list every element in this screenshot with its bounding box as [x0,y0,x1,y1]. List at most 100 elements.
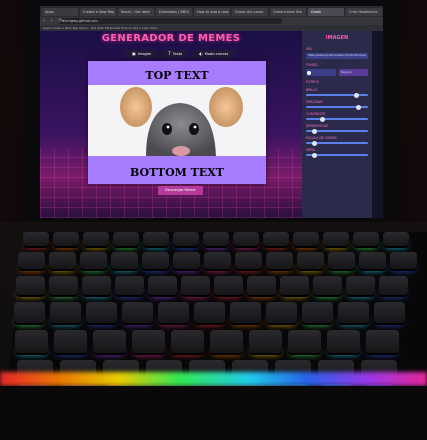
keycap [86,302,117,323]
filter-slider[interactable] [306,104,368,110]
filter-sliders: BRILLO OPACIDAD CONTRASTE DESENFOQUE ESCALA … [306,88,368,158]
text-mode-button[interactable]: T Texto [162,50,189,58]
keycap [288,330,321,353]
slider-label: OPACIDAD [306,100,323,104]
filter-slider[interactable] [306,128,368,134]
browser-tab[interactable]: Como cho corne [232,7,268,16]
meme-canvas: TOP TEXT BOTTOM TEXT [88,61,266,184]
browser-tab[interactable]: Como Iniciar Sto [270,7,306,16]
keycap [112,232,139,246]
keycap [265,252,293,269]
photo-scene: Apps Create a New Rep React - Get dete Exte… [0,0,427,440]
browser-tab[interactable]: Create a New Rep [80,7,116,16]
fondo-select[interactable]: Ninguno [339,69,368,76]
keycap [142,232,169,246]
browser-tab[interactable]: Apps [42,7,78,16]
keycap [147,276,177,295]
laptop-screen: Apps Create a New Rep React - Get dete Exte… [40,6,383,218]
canvas-mode-button[interactable]: ◐ Modo canvas [193,50,235,58]
keycap [54,330,87,353]
browser-tab[interactable]: Criar Hostlicenic [346,7,382,16]
mode-toolbar: ▣ Imagen T Texto ◐ Modo canvas [126,50,235,58]
canvas-mode-label: Modo canvas [204,52,229,56]
keycap [382,232,409,246]
image-mode-label: Imagen [137,52,152,56]
mouse-photo [88,85,266,156]
keycap [79,252,107,269]
filter-slider[interactable] [306,116,368,122]
keycap [366,330,399,353]
keycap [122,302,153,323]
keycap [389,252,417,269]
keycap [132,330,165,353]
filtros-label: FILTROS [306,80,319,84]
slider-thumb[interactable] [311,128,317,134]
slider-label: DESENFOQUE [306,124,329,128]
image-url-input[interactable]: https://www.dynamicmedia.com/fondimoney [306,53,368,59]
keycap [15,330,48,353]
keycap [302,302,333,323]
browser-tab[interactable]: React - Get dete [118,7,154,16]
settings-panel: IMAGEN URL https://www.dynamicmedia.com/… [302,31,372,218]
url-input[interactable]: diymgeg.github.io/r... [58,18,282,24]
slider-label: SEPIA [306,148,316,152]
slider-label: CONTRASTE [306,112,326,116]
keycap [114,276,144,295]
keycap [374,302,405,323]
slider-label: ESCALA DE GRISES [306,136,337,140]
keycap [338,302,369,323]
browser-tab[interactable]: Gmail [308,7,344,16]
keycap [327,252,355,269]
slider-thumb[interactable] [311,140,317,146]
keycap [279,276,309,295]
keycap [266,302,297,323]
keycap [246,276,276,295]
meme-top-text: TOP TEXT [145,69,209,82]
meme-image [88,85,266,156]
filter-slider[interactable] [306,92,368,98]
keycap [194,302,225,323]
slider-thumb[interactable] [311,152,317,158]
keycap [82,232,109,246]
keycap [322,232,349,246]
browser-tab[interactable]: Extensões | BRLV [156,7,192,16]
download-meme-button[interactable]: Descargar Meme [158,186,203,195]
keycap [249,330,282,353]
image-mode-button[interactable]: ▣ Imagen [126,50,158,58]
keycap [202,232,229,246]
keycap [210,330,243,353]
filter-slider[interactable] [306,140,368,146]
keycap [378,276,408,295]
slider-thumb[interactable] [353,92,359,98]
keycap [50,302,81,323]
slider-thumb[interactable] [320,116,325,122]
meme-generator-page: GENERADOR DE MEMES ▣ Imagen T Texto ◐ Modo … [40,31,383,218]
nav-buttons-icon[interactable]: ‹ › ⟳ [43,18,64,24]
keycap [22,232,49,246]
browser-url-bar: ‹ › ⟳ diymgeg.github.io/r... [40,17,383,25]
keycap [93,330,126,353]
url-label: URL [306,47,313,51]
keycap [232,232,259,246]
slider-label: BRILLO [306,88,318,92]
keycap [158,302,189,323]
browser-tab[interactable]: How to add a new [194,7,230,16]
keycap [48,252,76,269]
background-color-picker[interactable] [306,69,336,76]
keycap [262,232,289,246]
panel-title: IMAGEN [325,35,349,41]
page-scrollbar[interactable] [372,31,383,218]
keycap [296,252,324,269]
keycap [52,232,79,246]
keycap [352,232,379,246]
keycap [327,330,360,353]
browser-tab-bar: Apps Create a New Rep React - Get dete Exte… [40,6,383,17]
keycap [345,276,375,295]
keycap [110,252,138,269]
keyboard-bottom-edge [0,386,427,440]
filter-slider[interactable] [306,152,368,158]
color-swatch-icon [307,70,311,75]
keycap [234,252,262,269]
keycap [48,276,78,295]
slider-thumb[interactable] [356,104,362,110]
